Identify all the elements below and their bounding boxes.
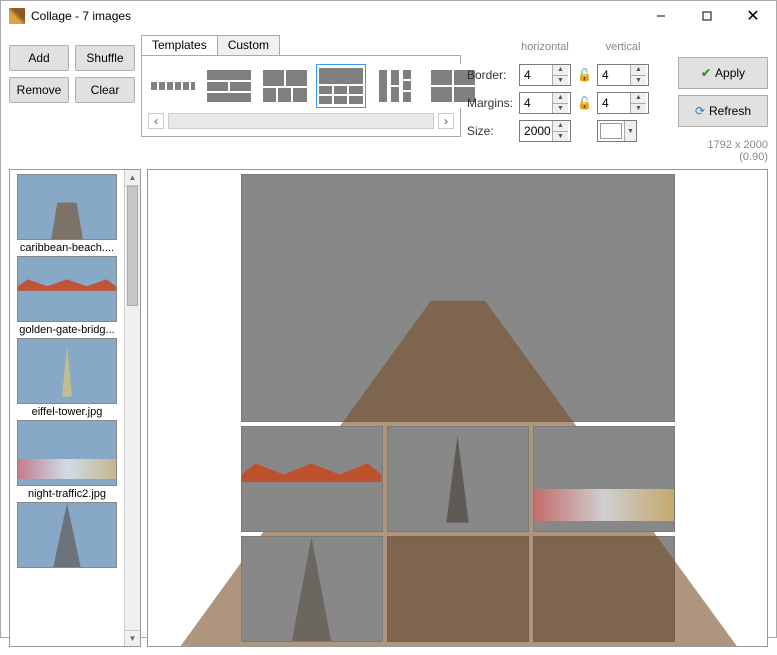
image-list-scrollbar[interactable]: ▲ ▼ <box>124 170 140 646</box>
list-item[interactable]: caribbean-beach.... <box>15 174 119 254</box>
spin-up-icon[interactable]: ▲ <box>631 65 646 76</box>
border-vertical-value[interactable] <box>598 65 630 85</box>
collage-settings: horizontal vertical Border: ▲▼ 🔓 ▲▼ Marg… <box>467 35 655 143</box>
titlebar: Collage - 7 images ✕ <box>1 1 776 31</box>
border-lock-icon[interactable]: 🔓 <box>577 68 591 82</box>
header-vertical: vertical <box>597 41 649 53</box>
apply-label: Apply <box>715 66 745 80</box>
border-vertical-input[interactable]: ▲▼ <box>597 64 649 86</box>
margins-vertical-value[interactable] <box>598 93 630 113</box>
apply-button[interactable]: ✔ Apply <box>678 57 768 89</box>
size-value[interactable] <box>520 121 552 141</box>
border-label: Border: <box>467 68 513 82</box>
maximize-button[interactable] <box>684 1 730 31</box>
color-swatch-white <box>600 123 622 139</box>
refresh-button[interactable]: ⟳ Refresh <box>678 95 768 127</box>
collage-cell-3[interactable] <box>387 426 529 532</box>
thumbnail-caption: caribbean-beach.... <box>17 242 117 254</box>
thumbnail-caption: night-traffic2.jpg <box>17 488 117 500</box>
template-5[interactable] <box>372 64 422 108</box>
thumbnail-image[interactable] <box>17 420 117 486</box>
refresh-icon: ⟳ <box>695 104 705 118</box>
margins-vertical-input[interactable]: ▲▼ <box>597 92 649 114</box>
collage-cell-5[interactable] <box>241 536 383 642</box>
refresh-label: Refresh <box>709 104 751 118</box>
list-item[interactable]: night-traffic2.jpg <box>15 420 119 500</box>
image-list-panel: caribbean-beach.... golden-gate-bridg... e… <box>9 169 141 647</box>
thumbnail-image[interactable] <box>17 256 117 322</box>
thumbnail-caption: eiffel-tower.jpg <box>17 406 117 418</box>
window-title: Collage - 7 images <box>31 9 131 23</box>
spin-up-icon[interactable]: ▲ <box>553 65 568 76</box>
spin-down-icon[interactable]: ▼ <box>631 76 646 86</box>
size-label: Size: <box>467 124 513 138</box>
thumbnail-image[interactable] <box>17 338 117 404</box>
thumbnail-caption: golden-gate-bridg... <box>17 324 117 336</box>
template-3[interactable] <box>260 64 310 108</box>
margins-lock-icon[interactable]: 🔓 <box>577 96 591 110</box>
list-item[interactable]: golden-gate-bridg... <box>15 256 119 336</box>
tab-custom[interactable]: Custom <box>217 35 280 55</box>
scroll-down-icon[interactable]: ▼ <box>125 630 140 646</box>
spin-up-icon[interactable]: ▲ <box>553 121 568 132</box>
template-scroll-left[interactable]: ‹ <box>148 113 164 129</box>
remove-button[interactable]: Remove <box>9 77 69 103</box>
scroll-up-icon[interactable]: ▲ <box>125 170 140 186</box>
scroll-handle[interactable] <box>127 186 138 306</box>
shuffle-button[interactable]: Shuffle <box>75 45 135 71</box>
template-scrollbar[interactable] <box>168 113 434 129</box>
output-dimensions: 1792 x 2000 (0.90) <box>678 133 768 163</box>
border-horizontal-value[interactable] <box>520 65 552 85</box>
collage-cell-2[interactable] <box>241 426 383 532</box>
template-2[interactable] <box>204 64 254 108</box>
clear-button[interactable]: Clear <box>75 77 135 103</box>
templates-panel: Templates Custom <box>141 35 461 137</box>
app-icon <box>9 8 25 24</box>
margins-horizontal-value[interactable] <box>520 93 552 113</box>
spin-down-icon[interactable]: ▼ <box>553 132 568 142</box>
margins-horizontal-input[interactable]: ▲▼ <box>519 92 571 114</box>
minimize-button[interactable] <box>638 1 684 31</box>
thumbnail-image[interactable] <box>17 174 117 240</box>
background-color-picker[interactable]: ▼ <box>597 120 637 142</box>
list-item[interactable] <box>15 502 119 568</box>
chevron-down-icon[interactable]: ▼ <box>624 121 636 141</box>
spin-down-icon[interactable]: ▼ <box>553 76 568 86</box>
thumbnail-image[interactable] <box>17 502 117 568</box>
list-item[interactable]: eiffel-tower.jpg <box>15 338 119 418</box>
spin-up-icon[interactable]: ▲ <box>631 93 646 104</box>
collage-preview <box>147 169 768 647</box>
spin-up-icon[interactable]: ▲ <box>553 93 568 104</box>
template-1[interactable] <box>148 64 198 108</box>
template-scroll-right[interactable]: › <box>438 113 454 129</box>
collage-cell-1[interactable] <box>241 174 675 422</box>
tab-templates[interactable]: Templates <box>141 35 218 55</box>
spin-down-icon[interactable]: ▼ <box>631 104 646 114</box>
template-4-selected[interactable] <box>316 64 366 108</box>
border-horizontal-input[interactable]: ▲▼ <box>519 64 571 86</box>
spin-down-icon[interactable]: ▼ <box>553 104 568 114</box>
size-input[interactable]: ▲▼ <box>519 120 571 142</box>
close-button[interactable]: ✕ <box>730 1 776 31</box>
image-list-buttons: Add Shuffle Remove Clear <box>9 35 135 103</box>
margins-label: Margins: <box>467 96 513 110</box>
header-horizontal: horizontal <box>519 41 571 53</box>
add-button[interactable]: Add <box>9 45 69 71</box>
check-icon: ✔ <box>701 66 711 80</box>
collage-cell-4[interactable] <box>533 426 675 532</box>
